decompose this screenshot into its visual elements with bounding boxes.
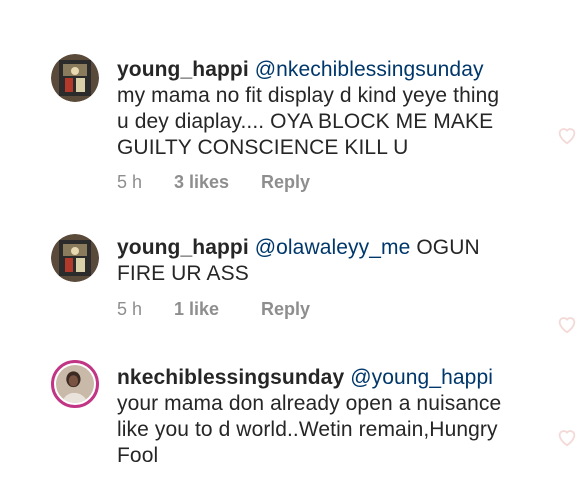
comment-meta: 5 h 1 like Reply <box>117 298 310 320</box>
comment-line: GUILTY CONSCIENCE KILL U <box>117 136 409 159</box>
comment-likes[interactable]: 3 likes <box>174 171 261 193</box>
comment-username[interactable]: young_happi <box>117 236 249 259</box>
comment-time: 5 h <box>117 299 143 319</box>
comment-item: young_happi @nkechiblessingsunday my mam… <box>0 0 582 210</box>
comments-screen: young_happi @nkechiblessingsunday my mam… <box>0 0 582 478</box>
comment-meta: 5 h 3 likes Reply <box>117 171 310 193</box>
profile-photo-icon <box>51 54 99 102</box>
reply-button[interactable]: Reply <box>261 298 310 320</box>
comment-line: your mama don already open a nuisance <box>117 392 502 415</box>
comment-item: nkechiblessingsunday @young_happi your m… <box>0 340 582 478</box>
comment-item: young_happi @olawaleyy_me OGUN FIRE UR A… <box>0 210 582 340</box>
comment-line: Fool <box>117 444 159 467</box>
comment-line: u dey diaplay.... OYA BLOCK ME MAKE <box>117 110 494 133</box>
comment-text: nkechiblessingsunday @young_happi your m… <box>117 365 532 469</box>
avatar[interactable] <box>51 360 99 408</box>
comment-username[interactable]: nkechiblessingsunday <box>117 366 344 389</box>
comment-mention[interactable]: @nkechiblessingsunday <box>255 58 484 81</box>
heart-icon[interactable] <box>556 313 578 335</box>
comment-time: 5 h <box>117 172 143 192</box>
comment-line: my mama no fit display d kind yeye thing <box>117 84 500 107</box>
reply-button[interactable]: Reply <box>261 171 310 193</box>
heart-icon[interactable] <box>556 426 578 448</box>
avatar[interactable] <box>51 234 99 282</box>
avatar[interactable] <box>51 54 99 102</box>
comment-likes[interactable]: 1 like <box>174 298 261 320</box>
heart-icon[interactable] <box>556 124 578 146</box>
comment-username[interactable]: young_happi <box>117 58 249 81</box>
comment-text: young_happi @nkechiblessingsunday my mam… <box>117 57 532 161</box>
profile-photo-icon <box>56 365 94 403</box>
comment-line: like you to d world..Wetin remain,Hungry <box>117 418 498 441</box>
comment-mention[interactable]: @olawaleyy_me <box>255 236 411 259</box>
comment-mention[interactable]: @young_happi <box>350 366 493 389</box>
profile-photo-icon <box>51 234 99 282</box>
comment-line: OGUN <box>416 236 480 259</box>
comment-text: young_happi @olawaleyy_me OGUN FIRE UR A… <box>117 235 532 287</box>
comment-line: FIRE UR ASS <box>117 262 249 285</box>
